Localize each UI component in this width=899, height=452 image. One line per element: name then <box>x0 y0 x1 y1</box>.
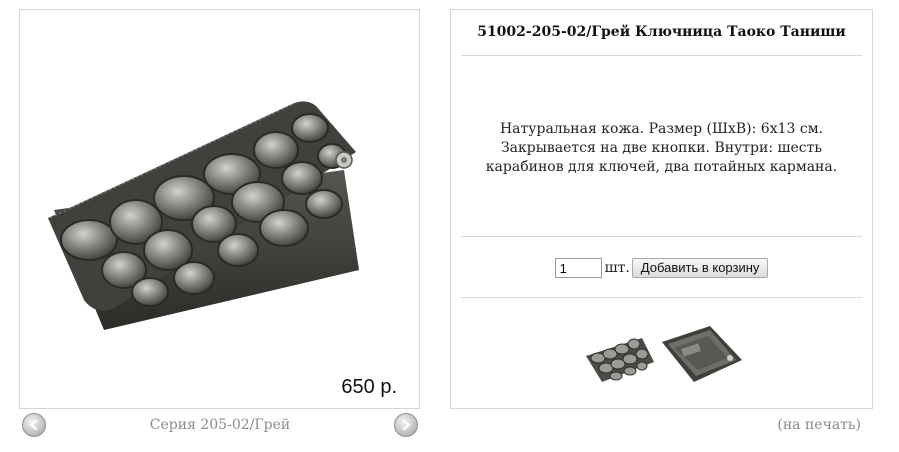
gallery-prev-button[interactable] <box>22 413 46 437</box>
quantity-unit: шт. <box>604 260 630 276</box>
product-image <box>48 101 359 330</box>
divider <box>461 236 862 237</box>
product-thumbnail[interactable] <box>582 322 744 392</box>
arrow-right-icon <box>402 419 411 431</box>
product-info-panel: 51002-205-02/Грей Ключница Таоко Таниши … <box>450 9 873 409</box>
series-label: Серия 205-02/Грей <box>149 417 291 433</box>
add-to-cart-row: шт.Добавить в корзину <box>451 258 872 278</box>
product-title: 51002-205-02/Грей Ключница Таоко Таниши <box>477 24 846 40</box>
quantity-input[interactable] <box>554 258 602 278</box>
add-to-cart-button[interactable]: Добавить в корзину <box>631 258 769 278</box>
product-price: 650 р. <box>341 376 397 398</box>
product-description: Натуральная кожа. Размер (ШхВ): 6х13 см.… <box>485 121 838 175</box>
arrow-left-icon <box>29 419 38 431</box>
print-link[interactable]: (на печать) <box>777 417 861 433</box>
divider <box>461 297 862 298</box>
gallery-next-button[interactable] <box>394 413 418 437</box>
divider <box>461 55 862 56</box>
product-image-panel: 650 р. <box>19 9 420 409</box>
